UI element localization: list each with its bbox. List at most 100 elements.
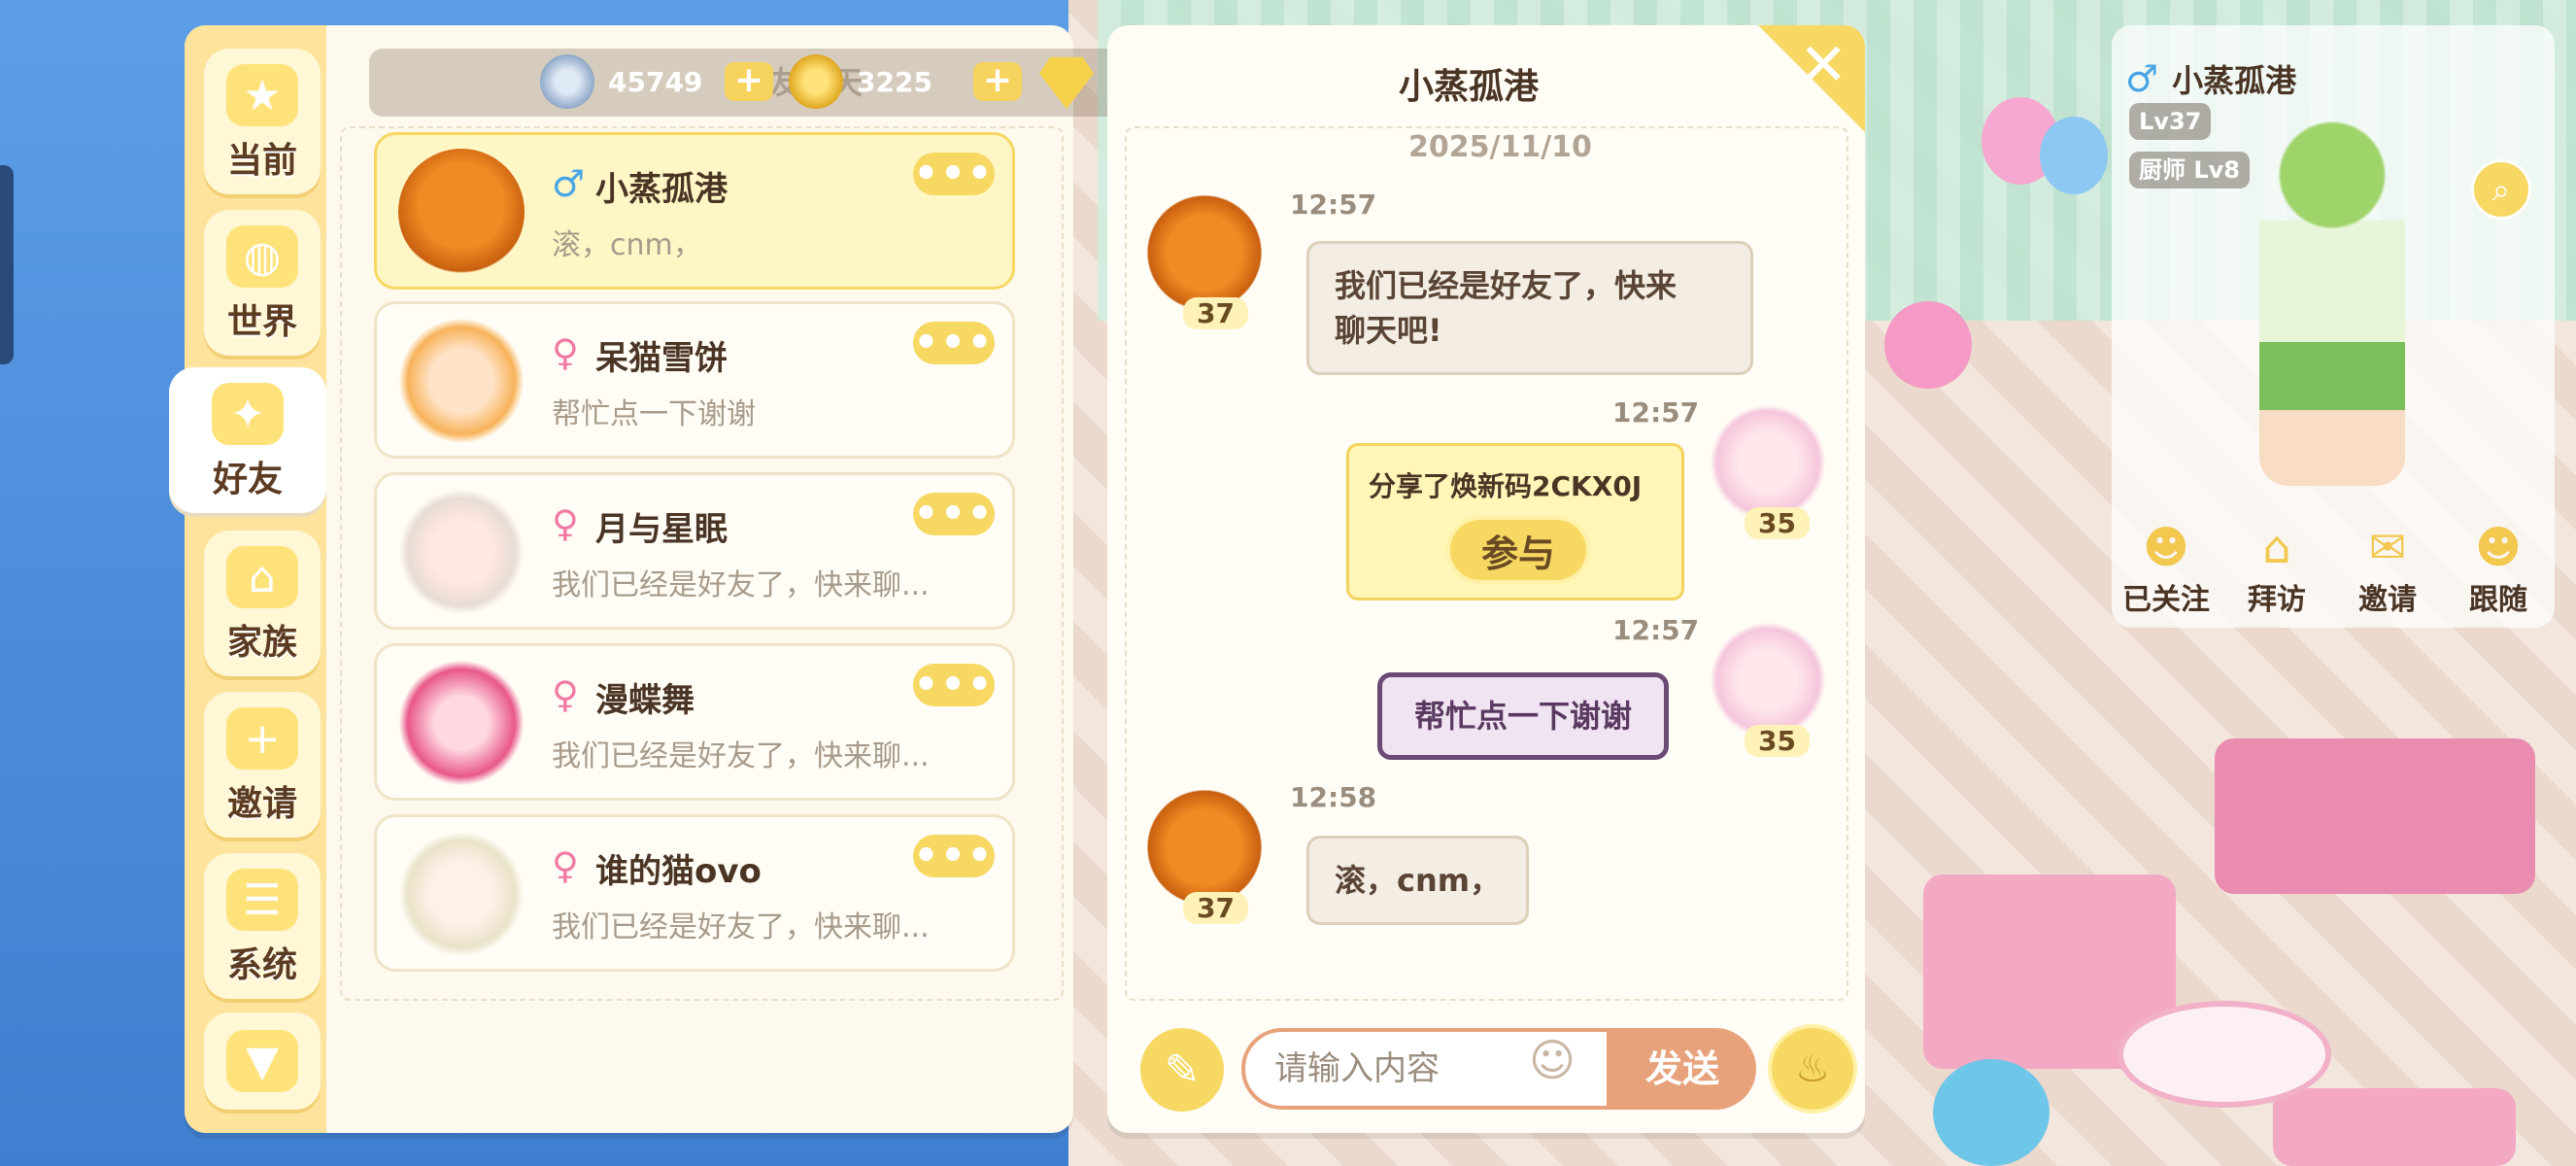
list-item[interactable]: ♀ 漫蝶舞 我们已经是好友了，快来聊... ••• (374, 643, 1015, 801)
sidebar-item-label: 当前 (226, 141, 297, 181)
action-label: 跟随 (2469, 583, 2527, 617)
more-options-button[interactable]: ••• (913, 834, 995, 878)
list-item[interactable]: ♀ 谁的猫ovo 我们已经是好友了，快来聊... ••• (374, 814, 1015, 972)
friend-name: 月与星眠 (595, 510, 728, 549)
more-options-button[interactable]: ••• (913, 492, 995, 536)
profile-name: 小蒸孤港 (2172, 62, 2297, 99)
message-bubble: 我们已经是好友了，快来 聊天吧! (1306, 241, 1753, 375)
close-icon[interactable]: ✕ (1799, 31, 1847, 99)
chat-title: 小蒸孤港 (1399, 67, 1540, 107)
avatar[interactable] (1710, 404, 1826, 521)
sidebar-item-invite[interactable]: + 邀请 (204, 692, 321, 838)
sidebar-item-label: 系统 (226, 945, 297, 985)
sidebar: ★ 当前 ◍ 世界 ✦ 好友 ⌂ 家族 + 邀请 ☰ 系统 ▼ (169, 25, 326, 1133)
female-icon: ♀ (552, 502, 579, 545)
round-table-icon (2118, 1001, 2331, 1108)
friend-name: 谁的猫ovo (595, 852, 762, 891)
share-code-text: 分享了焕新码2CKX0J (1369, 470, 1643, 502)
followed-button[interactable]: ☻ 已关注 (2118, 521, 2215, 618)
currency-value: 45749 (608, 65, 703, 98)
message-time: 12:57 (1612, 396, 1700, 429)
list-item[interactable]: ♀ 呆猫雪饼 帮忙点一下谢谢 ••• (374, 301, 1015, 459)
send-button[interactable]: 发送 (1609, 1028, 1756, 1110)
action-label: 拜访 (2248, 583, 2306, 617)
friend-last-message: 我们已经是好友了，快来聊... (552, 739, 930, 773)
user-icon: ☻ (2143, 521, 2189, 573)
action-label: 已关注 (2122, 583, 2210, 617)
sidebar-item-outfit[interactable]: ▼ (204, 1012, 321, 1110)
house-icon: ⌂ (226, 546, 298, 608)
sidebar-item-label: 邀请 (226, 784, 297, 824)
follow-button[interactable]: ☻ 跟随 (2450, 521, 2547, 618)
voice-button[interactable]: ✎ (1140, 1028, 1224, 1112)
shirt-icon: ▼ (226, 1030, 298, 1092)
profile-name-row: ♂ 小蒸孤港 (2125, 56, 2296, 101)
friend-last-message: 我们已经是好友了，快来聊... (552, 910, 930, 944)
profile-level-badge: Lv37 (2129, 103, 2212, 140)
add-silver-button[interactable]: + (725, 62, 773, 101)
invite-button[interactable]: ✉ 邀请 (2339, 521, 2436, 618)
sidebar-item-friends[interactable]: ✦ 好友 (169, 367, 326, 513)
more-options-button[interactable]: ••• (913, 321, 995, 365)
chat-date: 2025/11/10 (1408, 130, 1592, 164)
sticker-message: 帮忙点一下谢谢 (1377, 672, 1669, 760)
zoom-icon[interactable]: ⌕ (2471, 159, 2531, 220)
female-icon: ♀ (552, 331, 579, 374)
share-code-card: 分享了焕新码2CKX0J 参与 (1346, 443, 1684, 600)
message-text: 聊天吧! (1335, 312, 1442, 349)
avatar[interactable] (1146, 194, 1263, 311)
currency-silver: 45749 + (540, 54, 773, 109)
friend-last-message: 我们已经是好友了，快来聊... (552, 568, 930, 602)
house-icon: ⌂ (2262, 521, 2291, 573)
sidebar-item-label: 好友 (212, 460, 283, 499)
microphone-icon: ✎ (1164, 1045, 1201, 1095)
avatar (398, 318, 525, 444)
list-item[interactable]: ♂ 小蒸孤港 滚，cnm， ••• (374, 132, 1015, 290)
action-label: 邀请 (2358, 583, 2417, 617)
level-badge: 35 (1745, 725, 1810, 757)
gift-bag-icon: ♨ (1795, 1046, 1830, 1091)
sidebar-item-label: 世界 (226, 302, 297, 342)
level-badge: 37 (1183, 892, 1248, 924)
friend-last-message: 帮忙点一下谢谢 (552, 397, 756, 431)
join-button[interactable]: 参与 (1446, 516, 1590, 584)
more-options-button[interactable]: ••• (913, 152, 995, 196)
sidebar-item-current[interactable]: ★ 当前 (204, 49, 321, 194)
star-icon: ★ (226, 64, 298, 126)
system-icon: ☰ (226, 869, 298, 931)
message-time: 12:57 (1290, 189, 1377, 221)
sidebar-item-family[interactable]: ⌂ 家族 (204, 531, 321, 676)
avatar[interactable] (1710, 622, 1826, 738)
message-bubble: 滚，cnm， (1306, 836, 1530, 925)
sidebar-item-system[interactable]: ☰ 系统 (204, 853, 321, 999)
level-badge: 37 (1183, 297, 1248, 329)
female-icon: ♀ (552, 844, 579, 887)
male-icon: ♂ (552, 162, 586, 205)
lollipop-icon (1884, 301, 1972, 389)
add-gold-button[interactable]: + (973, 62, 1022, 101)
level-badge: 35 (1745, 507, 1810, 539)
friend-name: 呆猫雪饼 (595, 339, 728, 378)
sidebar-item-world[interactable]: ◍ 世界 (204, 210, 321, 356)
gift-bag-button[interactable]: ♨ (1768, 1024, 1857, 1114)
user-follow-icon: ☻ (2475, 521, 2522, 573)
planet-icon: ◍ (226, 225, 298, 288)
currency-gold: 3225 + (789, 54, 1022, 109)
side-drawer-handle[interactable] (0, 165, 14, 364)
friend-name: 小蒸孤港 (595, 170, 728, 209)
invite-icon: + (226, 707, 298, 770)
message-text: 我们已经是好友了，快来 (1335, 267, 1678, 304)
list-item[interactable]: ♀ 月与星眠 我们已经是好友了，快来聊... ••• (374, 472, 1015, 630)
sidebar-item-label: 家族 (226, 623, 297, 663)
profile-character (2259, 107, 2405, 486)
more-options-button[interactable]: ••• (913, 663, 995, 707)
emoji-icon[interactable]: ☺ (1529, 1034, 1576, 1086)
balloon-icon (2040, 117, 2108, 194)
currency-value: 3225 (857, 65, 932, 98)
avatar[interactable] (1146, 789, 1263, 906)
room-furniture-desk (2215, 738, 2535, 894)
gold-coin-icon (789, 54, 843, 109)
message-time: 12:58 (1290, 781, 1377, 813)
visit-button[interactable]: ⌂ 拜访 (2228, 521, 2325, 618)
ball-icon (1933, 1059, 2050, 1166)
